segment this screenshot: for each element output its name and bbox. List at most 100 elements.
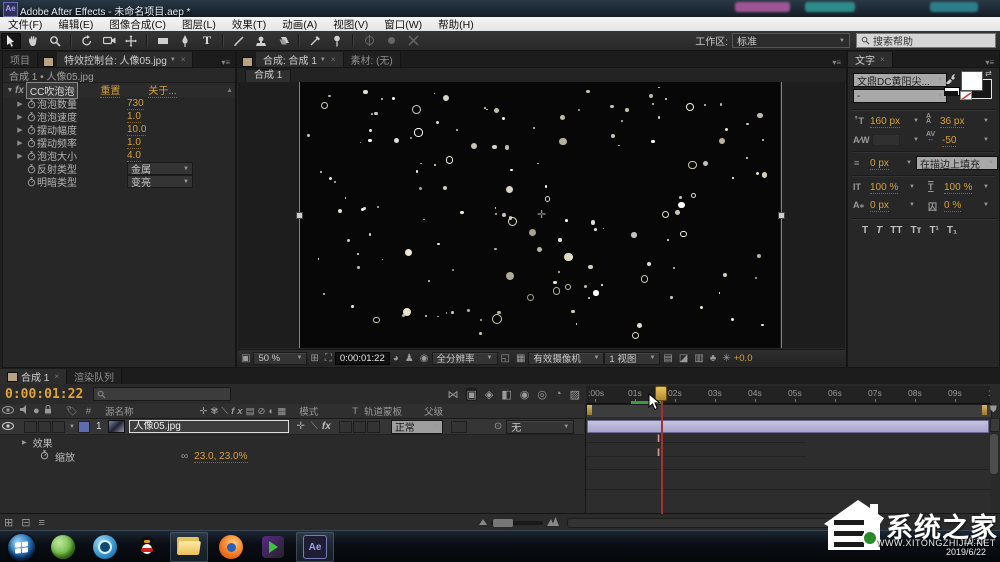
taskbar-360-browser-icon[interactable] bbox=[44, 532, 82, 562]
current-timecode[interactable]: 0:00:01:22 bbox=[5, 387, 83, 402]
comp-viewport[interactable]: ✛ bbox=[238, 82, 845, 348]
param-value[interactable]: 4.0 bbox=[127, 150, 141, 162]
pen-tool[interactable] bbox=[175, 33, 195, 49]
font-size-value[interactable]: 160 px bbox=[870, 116, 900, 128]
label-color-chip[interactable] bbox=[78, 421, 90, 433]
frame-blend-toggle[interactable] bbox=[339, 421, 352, 433]
tsume-value[interactable]: 0 % bbox=[944, 200, 961, 212]
work-area-start-handle[interactable] bbox=[587, 405, 592, 415]
workspace-dropdown[interactable]: 标准▼ bbox=[732, 33, 850, 48]
tab-composition[interactable]: 合成: 合成 1▼× bbox=[256, 52, 344, 67]
trkmat-dropdown[interactable] bbox=[451, 421, 467, 433]
work-area-end-handle[interactable] bbox=[982, 405, 987, 415]
twirl-right-icon[interactable]: ▶ bbox=[22, 439, 27, 446]
eyedropper-icon[interactable] bbox=[945, 73, 956, 87]
effects-group-row[interactable]: ▶ 效果 bbox=[0, 436, 584, 449]
twirl-down-icon[interactable]: ▼ bbox=[69, 424, 75, 430]
vertical-scrollbar[interactable] bbox=[990, 434, 998, 474]
layer-handle[interactable] bbox=[778, 212, 785, 219]
expand-inout-icon[interactable]: ≡ bbox=[38, 517, 44, 529]
title-bar[interactable]: Ae Adobe After Effects - 未命名项目.aep * bbox=[0, 0, 1000, 17]
no-fill-icon[interactable] bbox=[960, 91, 972, 100]
lock-toggle[interactable] bbox=[52, 421, 65, 433]
adjustment-toggle[interactable] bbox=[367, 421, 380, 433]
swap-colors-icon[interactable]: ⇄ bbox=[985, 69, 992, 78]
stroke-width-value[interactable]: 0 px bbox=[870, 158, 889, 170]
always-preview-icon[interactable]: ▣ bbox=[241, 353, 250, 364]
menu-item-1[interactable]: 编辑(E) bbox=[50, 17, 101, 32]
stopwatch-icon[interactable] bbox=[25, 177, 37, 187]
taskbar-qq-icon[interactable] bbox=[128, 532, 166, 562]
link-dimensions-icon[interactable]: ∞ bbox=[181, 451, 188, 462]
chevron-down-icon[interactable]: ▼ bbox=[983, 202, 989, 208]
about-link[interactable]: 关于... bbox=[148, 82, 176, 98]
collapse-switch-icon[interactable]: ✛ bbox=[297, 421, 305, 432]
brainstorm-icon[interactable]: ◎ bbox=[537, 388, 547, 401]
audio-toggle[interactable] bbox=[24, 421, 37, 433]
puppet-pin-tool[interactable] bbox=[327, 33, 347, 49]
subscript-button[interactable]: T₁ bbox=[943, 225, 961, 236]
comp-mini-flowchart-icon[interactable]: ⋈ bbox=[447, 388, 458, 401]
menu-item-3[interactable]: 图层(L) bbox=[174, 17, 224, 32]
taskbar-video-player-icon[interactable] bbox=[86, 532, 124, 562]
expand-layer-switches-icon[interactable]: ⊞ bbox=[4, 516, 13, 529]
pan-behind-tool[interactable] bbox=[121, 33, 141, 49]
timeline-zoom-slider[interactable] bbox=[491, 521, 543, 525]
scale-property-row[interactable]: 缩放 ∞ 23.0, 23.0% bbox=[0, 450, 584, 463]
menu-item-2[interactable]: 图像合成(C) bbox=[101, 17, 174, 32]
stopwatch-icon[interactable] bbox=[25, 164, 37, 174]
timeline-button-icon[interactable]: ▥ bbox=[694, 353, 703, 364]
fast-preview-icon[interactable]: ◪ bbox=[679, 353, 688, 364]
faux-bold-button[interactable]: T bbox=[858, 225, 872, 236]
subtab-comp1[interactable]: 合成 1 bbox=[245, 69, 291, 82]
menu-item-6[interactable]: 视图(V) bbox=[325, 17, 376, 32]
chevron-down-icon[interactable]: ▼ bbox=[983, 184, 989, 190]
close-icon[interactable]: × bbox=[54, 372, 59, 381]
zoom-out-mountain-icon[interactable] bbox=[479, 517, 487, 528]
brush-tool[interactable] bbox=[229, 33, 249, 49]
twirl-right-icon[interactable]: ▶ bbox=[15, 113, 25, 121]
track-camera-icon[interactable] bbox=[990, 418, 1000, 432]
frame-blend-icon[interactable]: ◧ bbox=[501, 388, 511, 401]
auto-keyframe-icon[interactable]: ◔ bbox=[555, 388, 562, 401]
small-caps-button[interactable]: Tᴛ bbox=[906, 225, 925, 236]
pixel-aspect-icon[interactable]: ▤ bbox=[663, 353, 672, 364]
clone-stamp-tool[interactable] bbox=[251, 33, 271, 49]
tab-effect-controls[interactable]: 特效控制台: 人像05.jpg▼× bbox=[57, 52, 193, 67]
snapshot-icon[interactable]: ◕ bbox=[393, 353, 399, 364]
scale-value[interactable]: 23.0, 23.0% bbox=[194, 451, 247, 463]
taskbar-after-effects-icon[interactable]: Ae bbox=[296, 532, 334, 562]
twirl-right-icon[interactable]: ▶ bbox=[15, 139, 25, 147]
menu-item-5[interactable]: 动画(A) bbox=[274, 17, 325, 32]
stopwatch-icon[interactable] bbox=[25, 99, 37, 109]
eraser-tool[interactable] bbox=[273, 33, 293, 49]
param-dropdown[interactable]: 变亮▼ bbox=[127, 175, 193, 188]
stopwatch-icon[interactable] bbox=[40, 450, 49, 463]
tab-timeline-comp1[interactable]: 合成 1× bbox=[0, 369, 67, 384]
anchor-point-icon[interactable]: ✛ bbox=[537, 208, 546, 221]
close-icon[interactable]: × bbox=[331, 55, 336, 64]
taskbar-potplayer-icon[interactable] bbox=[254, 532, 292, 562]
chevron-down-icon[interactable]: ▼ bbox=[983, 137, 989, 143]
start-button[interactable] bbox=[2, 532, 40, 562]
chevron-down-icon[interactable]: ▼ bbox=[913, 118, 919, 124]
scroll-up-icon[interactable]: ▲ bbox=[226, 87, 233, 94]
hide-shy-icon[interactable]: ◈ bbox=[485, 388, 493, 401]
zoom-slider-thumb[interactable] bbox=[493, 519, 513, 527]
close-icon[interactable]: × bbox=[880, 55, 885, 64]
trkmat-column[interactable]: 轨道蒙板 bbox=[364, 404, 402, 418]
eye-icon[interactable] bbox=[2, 421, 14, 433]
tab-character[interactable]: 文字× bbox=[848, 52, 893, 67]
chevron-down-icon[interactable]: ▼ bbox=[983, 118, 989, 124]
parent-dropdown[interactable]: 无▼ bbox=[506, 420, 574, 434]
fill-stroke-order-dropdown[interactable]: 在描边上填充▼ bbox=[916, 156, 998, 170]
help-search-box[interactable]: 搜索帮助 bbox=[856, 33, 996, 48]
camera-dropdown[interactable]: 有效摄像机▼ bbox=[528, 352, 604, 365]
zoom-tool[interactable] bbox=[45, 33, 65, 49]
baseline-shift-value[interactable]: 0 px bbox=[870, 200, 889, 212]
fill-swatch[interactable] bbox=[961, 71, 983, 91]
param-value[interactable]: 1.0 bbox=[127, 111, 141, 123]
stopwatch-icon[interactable] bbox=[25, 151, 37, 161]
stopwatch-icon[interactable] bbox=[25, 125, 37, 135]
mode-column[interactable]: 模式 bbox=[299, 404, 318, 418]
